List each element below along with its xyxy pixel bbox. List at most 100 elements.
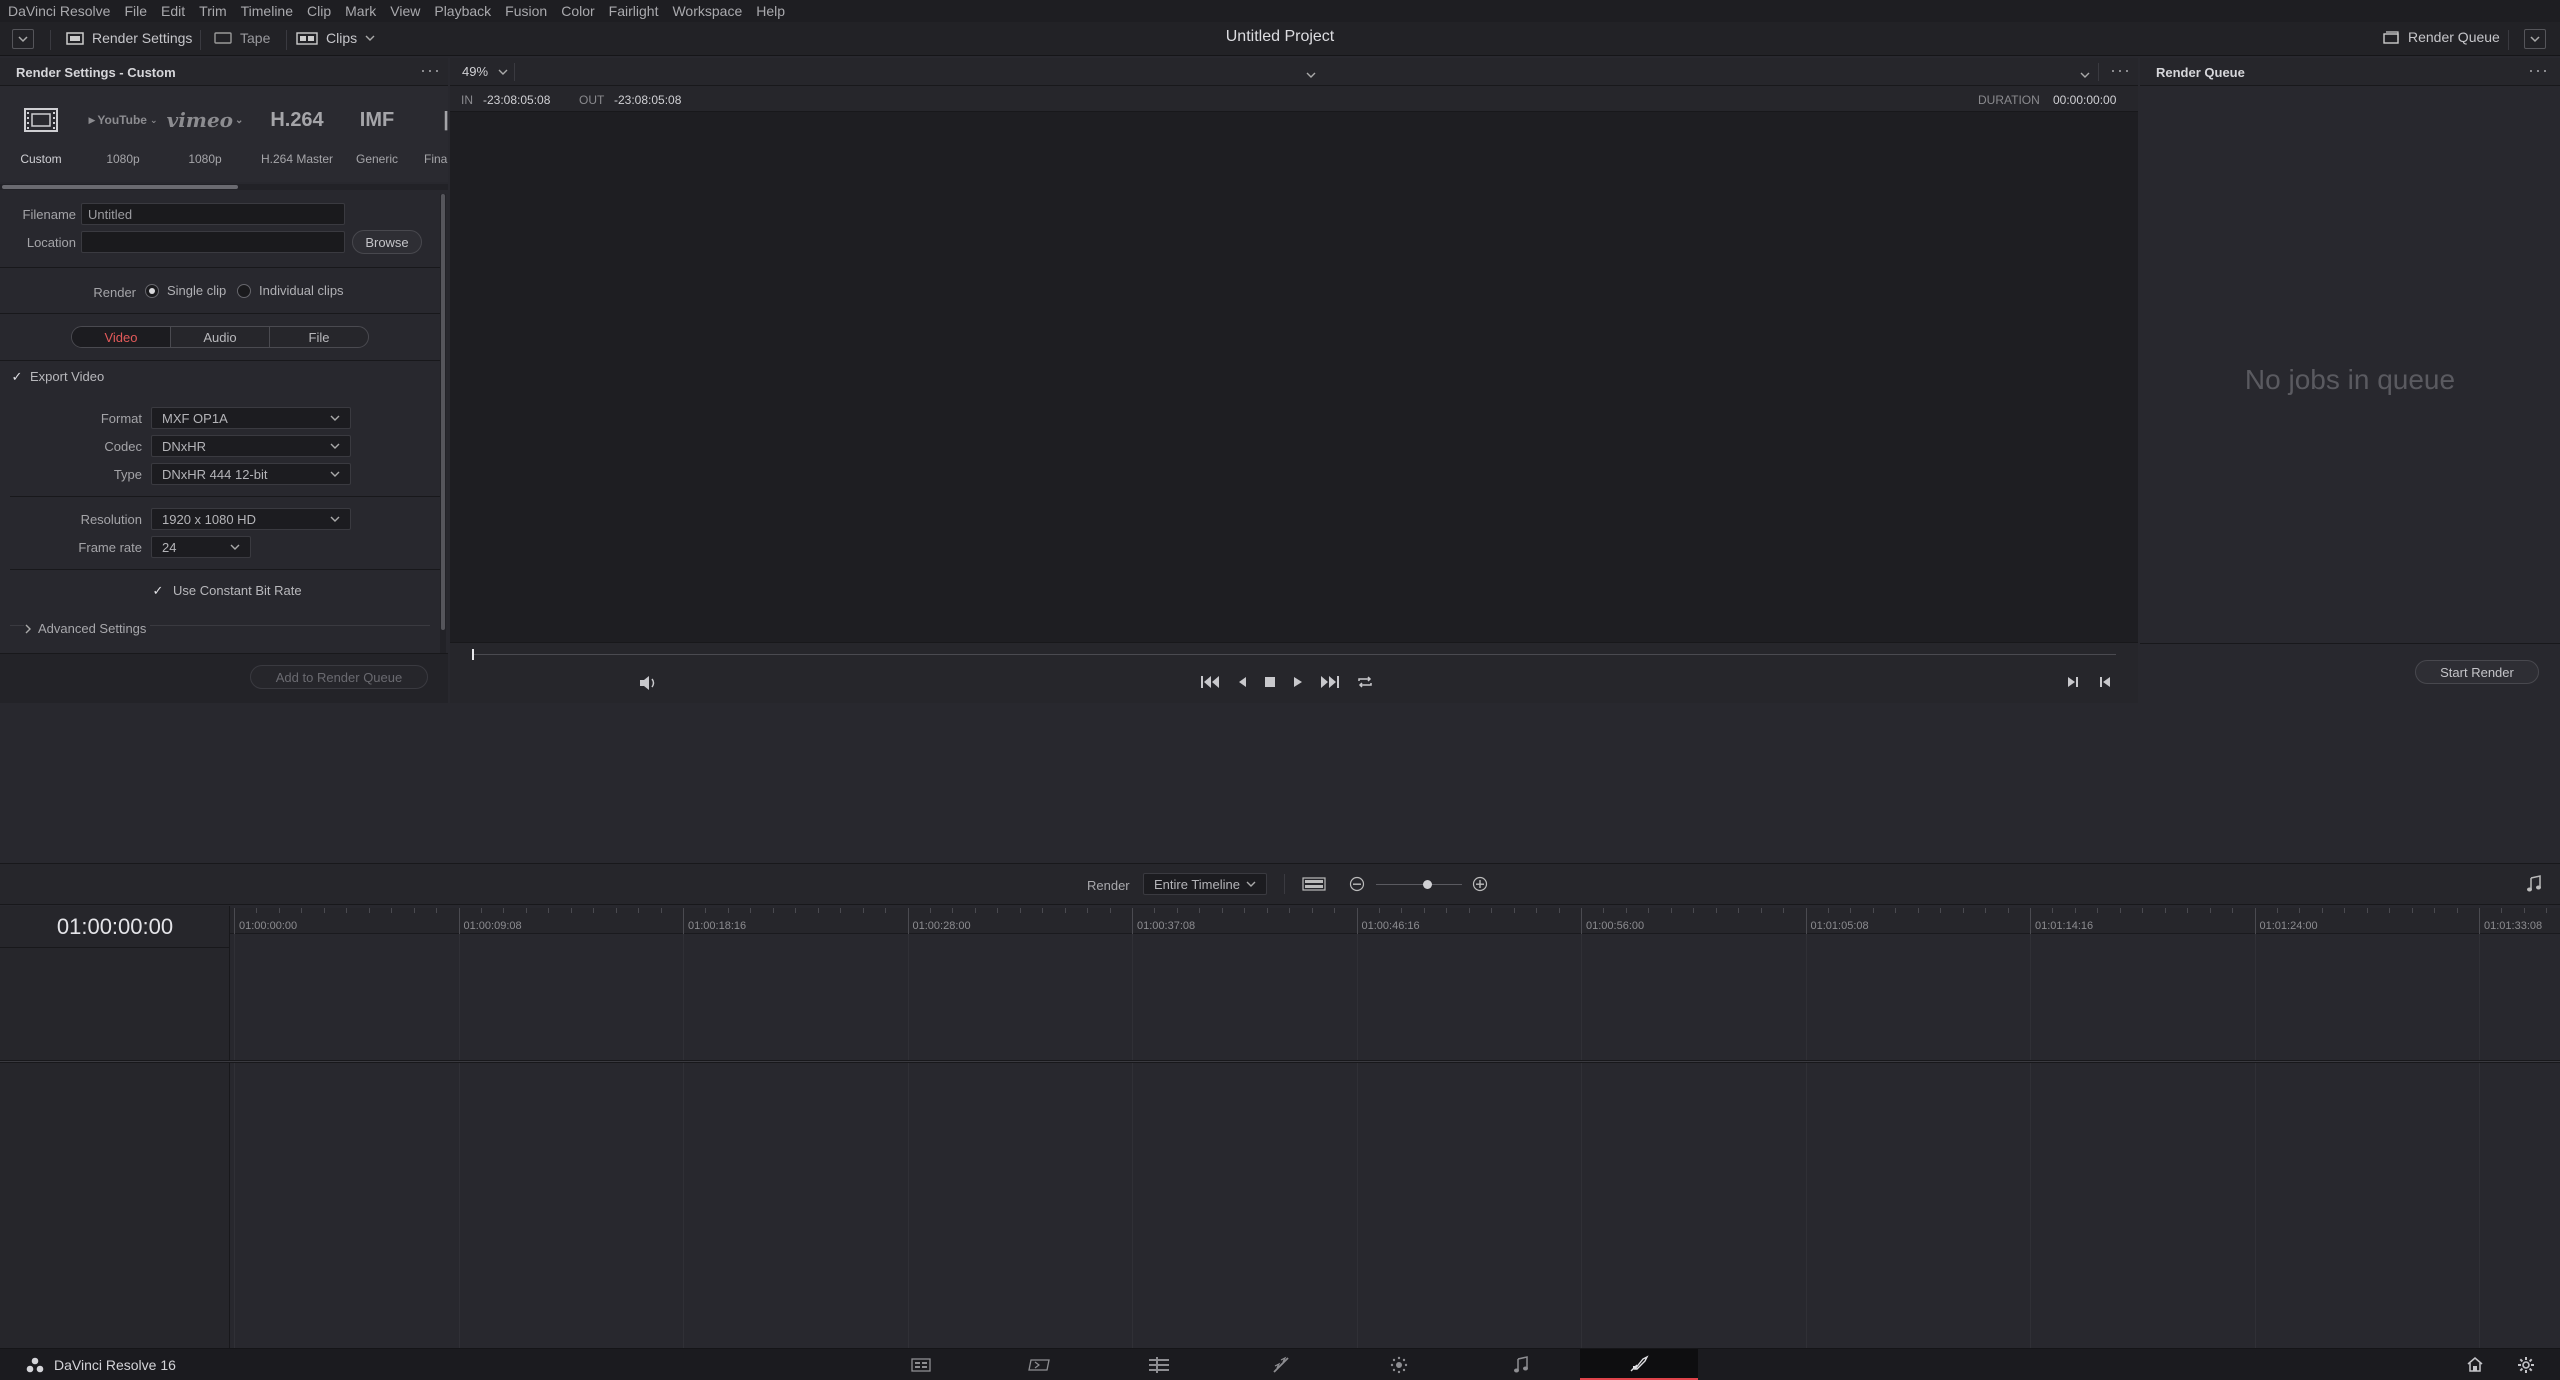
video-track-area[interactable] <box>230 934 2560 1060</box>
tape-button[interactable]: Tape <box>214 30 270 46</box>
stop-icon[interactable] <box>1264 675 1276 689</box>
tab-video[interactable]: Video <box>72 327 171 347</box>
add-to-render-queue-button[interactable]: Add to Render Queue <box>250 665 428 689</box>
ruler-tick-label: 01:00:09:08 <box>458 908 522 934</box>
more-options-icon[interactable]: ··· <box>420 60 441 81</box>
preset-youtube[interactable]: ▶ YouTube ⌄ 1080p <box>82 102 164 166</box>
color-page-icon[interactable] <box>1340 1349 1458 1380</box>
fairlight-page-icon[interactable] <box>1462 1349 1580 1380</box>
clips-button[interactable]: Clips <box>296 30 375 46</box>
volume-icon[interactable] <box>638 675 658 694</box>
browse-button[interactable]: Browse <box>352 230 422 254</box>
menu-fusion[interactable]: Fusion <box>505 3 547 19</box>
menu-timeline[interactable]: Timeline <box>241 3 293 19</box>
render-queue-toggle-button[interactable]: Render Queue <box>2382 29 2500 45</box>
render-range-dropdown[interactable]: Entire Timeline <box>1143 873 1267 895</box>
type-dropdown[interactable]: DNxHR 444 12-bit <box>151 463 351 485</box>
zoom-in-icon[interactable] <box>1472 876 1488 895</box>
inspector-toggle-button[interactable] <box>2524 29 2546 49</box>
in-timecode[interactable]: -23:08:05:08 <box>483 93 550 107</box>
play-icon[interactable] <box>1292 675 1304 689</box>
settings-gear-icon[interactable] <box>2517 1356 2535 1377</box>
menu-mark[interactable]: Mark <box>345 3 376 19</box>
ruler-minor-tick <box>1513 908 1515 913</box>
filename-input[interactable]: Untitled <box>81 203 345 225</box>
timeline-toolbar: Render Entire Timeline <box>0 863 2560 905</box>
cut-page-icon[interactable] <box>980 1349 1098 1380</box>
out-timecode[interactable]: -23:08:05:08 <box>614 93 681 107</box>
location-input[interactable] <box>81 231 345 253</box>
tab-file[interactable]: File <box>270 327 368 347</box>
start-render-button[interactable]: Start Render <box>2415 660 2539 684</box>
timeline-gridline <box>2254 934 2256 1060</box>
menu-help[interactable]: Help <box>756 3 785 19</box>
video-canvas[interactable] <box>450 112 2138 642</box>
viewer-options-dropdown[interactable] <box>1306 66 1316 82</box>
edit-page-icon[interactable] <box>1100 1349 1218 1380</box>
deliver-page-icon[interactable] <box>1580 1349 1698 1380</box>
timeline-timecode[interactable]: 01:00:00:00 <box>0 906 230 948</box>
individual-clips-radio[interactable]: Individual clips <box>237 283 344 298</box>
framerate-dropdown[interactable]: 24 <box>151 536 251 558</box>
menu-view[interactable]: View <box>390 3 420 19</box>
workspace-toggle-button[interactable] <box>12 29 34 49</box>
menu-file[interactable]: File <box>124 3 147 19</box>
preset-h264[interactable]: H.264 H.264 Master <box>256 102 338 167</box>
timeline-gridline <box>907 1063 909 1348</box>
timeline-gridline <box>683 1063 684 1348</box>
preset-vimeo[interactable]: vimeo ⌄ 1080p <box>164 102 246 166</box>
timeline-ruler[interactable]: 01:00:00:00 01:00:09:08 01:00:18:16 01:00:2… <box>230 908 2560 934</box>
render-settings-button[interactable]: Render Settings <box>66 30 192 46</box>
zoom-out-icon[interactable] <box>1349 876 1365 895</box>
viewer-more-options-icon[interactable]: ··· <box>2110 60 2131 81</box>
resolution-dropdown[interactable]: 1920 x 1080 HD <box>151 508 351 530</box>
loop-icon[interactable] <box>1356 675 1374 689</box>
menu-workspace[interactable]: Workspace <box>672 3 742 19</box>
home-icon[interactable] <box>2466 1356 2484 1375</box>
ruler-minor-tick <box>1850 908 1852 913</box>
menu-trim[interactable]: Trim <box>199 3 226 19</box>
preset-scrollbar-thumb[interactable] <box>2 185 238 189</box>
ruler-minor-tick <box>1962 908 1964 913</box>
settings-scrollbar-track[interactable] <box>440 194 446 690</box>
single-clip-radio[interactable]: Single clip <box>145 283 226 298</box>
media-page-icon[interactable] <box>862 1349 980 1380</box>
ruler-tick-label: 01:01:24:00 <box>2254 908 2318 934</box>
render-queue-more-options-icon[interactable]: ··· <box>2528 60 2549 81</box>
zoom-dropdown[interactable]: 49% <box>462 64 508 79</box>
step-back-icon[interactable] <box>1236 675 1248 689</box>
tab-audio[interactable]: Audio <box>171 327 270 347</box>
audio-note-icon[interactable] <box>2526 875 2542 896</box>
timeline-view-options-icon[interactable] <box>1302 877 1326 894</box>
scrubber-track[interactable] <box>472 654 2116 655</box>
fusion-page-icon[interactable] <box>1222 1349 1340 1380</box>
viewer-mode-dropdown[interactable] <box>2080 66 2090 82</box>
preset-label: Generic <box>355 152 399 166</box>
timeline-gridline <box>907 934 909 1060</box>
menu-fairlight[interactable]: Fairlight <box>609 3 659 19</box>
preset-scrollbar-track[interactable] <box>0 184 448 190</box>
preset-custom[interactable]: Custom <box>0 102 82 166</box>
menu-edit[interactable]: Edit <box>161 3 185 19</box>
zoom-slider-track[interactable] <box>1376 884 1462 885</box>
menu-playback[interactable]: Playback <box>434 3 491 19</box>
jump-to-start-icon[interactable] <box>1200 675 1220 689</box>
menu-color[interactable]: Color <box>561 3 594 19</box>
format-dropdown[interactable]: MXF OP1A <box>151 407 351 429</box>
zoom-slider-handle[interactable] <box>1423 880 1432 889</box>
audio-track-area[interactable] <box>230 1063 2560 1348</box>
constant-bitrate-checkbox[interactable]: ✓ Use Constant Bit Rate <box>151 583 302 599</box>
codec-dropdown[interactable]: DNxHR <box>151 435 351 457</box>
jump-to-end-icon[interactable] <box>1320 675 1340 689</box>
app-name: DaVinci Resolve 16 <box>54 1357 176 1373</box>
next-in-icon[interactable] <box>2066 675 2080 689</box>
menu-clip[interactable]: Clip <box>307 3 331 19</box>
menu-davinci-resolve[interactable]: DaVinci Resolve <box>8 3 110 19</box>
playhead-marker[interactable] <box>472 649 474 660</box>
export-video-checkbox[interactable]: ✓ Export Video <box>10 369 105 385</box>
preset-imf[interactable]: IMF Generic <box>336 102 418 167</box>
settings-scrollbar-thumb[interactable] <box>441 194 445 630</box>
preset-final[interactable]: | Final <box>416 102 448 167</box>
advanced-settings-toggle[interactable]: Advanced Settings <box>24 621 151 636</box>
prev-out-icon[interactable] <box>2098 675 2112 689</box>
